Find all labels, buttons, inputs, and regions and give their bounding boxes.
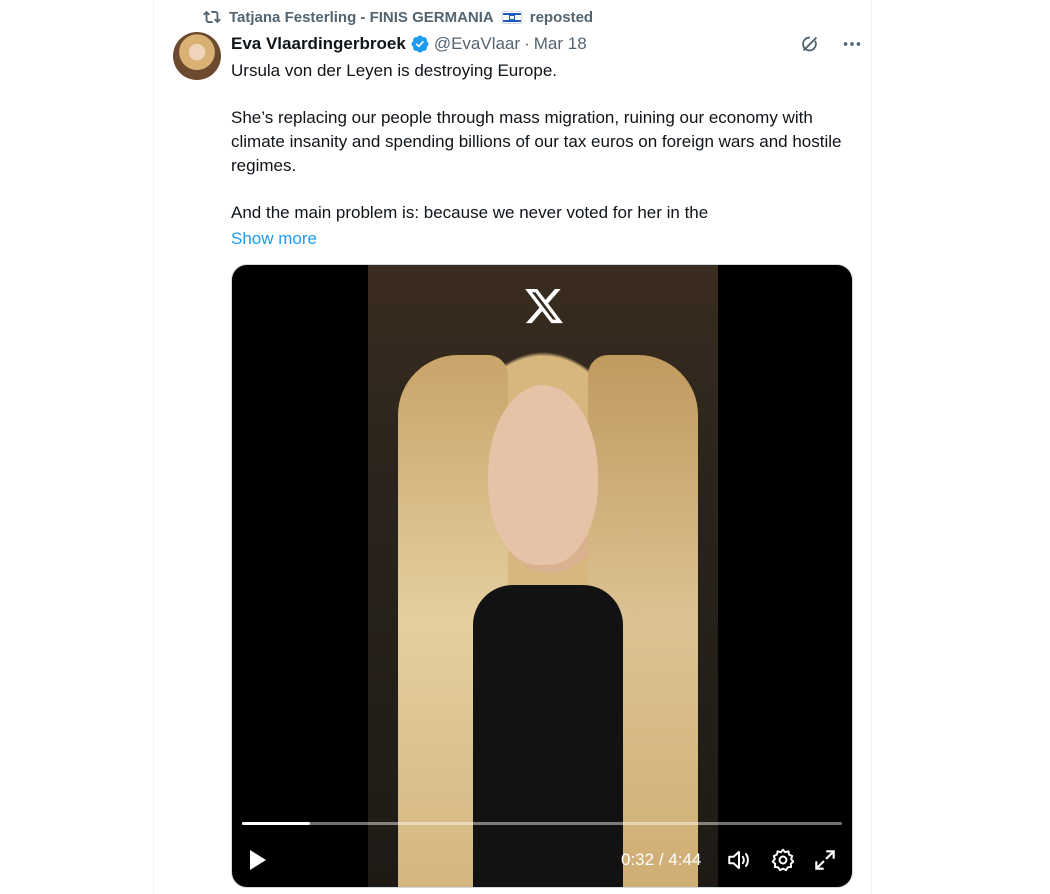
author-handle[interactable]: @EvaVlaar bbox=[434, 34, 520, 54]
tweet-text: Ursula von der Leyen is destroying Europ… bbox=[231, 59, 851, 225]
progress-fill bbox=[242, 822, 310, 825]
video-controls: 0:32 / 4:44 bbox=[232, 843, 852, 877]
current-time: 0:32 bbox=[621, 850, 655, 869]
video-time: 0:32 / 4:44 bbox=[621, 849, 701, 871]
x-logo-icon bbox=[523, 285, 565, 327]
tweet-date[interactable]: Mar 18 bbox=[534, 34, 587, 54]
separator-dot: · bbox=[524, 34, 530, 53]
repost-label: reposted bbox=[529, 8, 594, 26]
show-more-link[interactable]: Show more bbox=[231, 227, 317, 251]
israel-flag-icon bbox=[501, 10, 522, 24]
tweet-paragraph: Ursula von der Leyen is destroying Europ… bbox=[231, 61, 558, 80]
play-icon[interactable] bbox=[246, 847, 270, 873]
volume-icon[interactable] bbox=[726, 847, 752, 873]
repost-icon bbox=[203, 8, 221, 26]
avatar[interactable] bbox=[173, 32, 221, 80]
progress-bar[interactable] bbox=[242, 822, 842, 825]
reposter-name[interactable]: Tatjana Festerling - FINIS GERMANIA bbox=[229, 9, 494, 26]
author-name[interactable]: Eva Vlaardingerbroek bbox=[231, 34, 406, 54]
tweet-paragraph: She’s replacing our people through mass … bbox=[231, 108, 842, 175]
tweet-header: Eva Vlaardingerbroek @EvaVlaar · Mar 18 bbox=[231, 32, 587, 56]
settings-icon[interactable] bbox=[770, 847, 796, 873]
header-actions bbox=[797, 32, 865, 56]
time-separator: / bbox=[654, 850, 669, 869]
repost-bar: Tatjana Festerling - FINIS GERMANIA repo… bbox=[203, 7, 593, 27]
grok-icon[interactable] bbox=[797, 32, 823, 56]
video-frame[interactable] bbox=[368, 265, 718, 887]
video-player[interactable]: 0:32 / 4:44 bbox=[231, 264, 853, 888]
verified-badge-icon[interactable] bbox=[410, 34, 430, 54]
more-options-icon[interactable] bbox=[839, 32, 865, 56]
duration: 4:44 bbox=[668, 850, 702, 869]
tweet-paragraph: And the main problem is: because we neve… bbox=[231, 203, 709, 222]
fullscreen-icon[interactable] bbox=[812, 847, 838, 873]
